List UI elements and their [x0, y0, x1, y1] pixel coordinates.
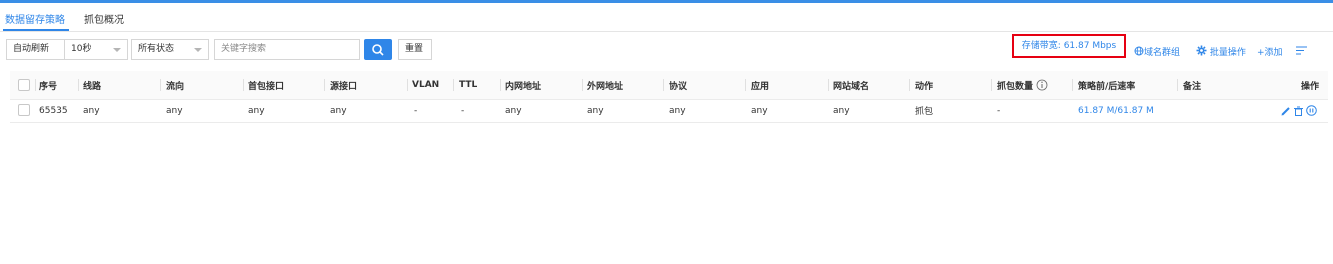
chevron-down-icon	[194, 48, 202, 52]
column-settings-button[interactable]	[1296, 46, 1308, 58]
refresh-interval-value: 10秒	[71, 44, 92, 54]
col-header-rate[interactable]: 策略前/后速率	[1078, 71, 1135, 99]
col-header-remark[interactable]: 备注	[1183, 71, 1201, 99]
batch-operation-label: 批量操作	[1209, 48, 1246, 58]
cell-direction: any	[166, 105, 183, 116]
search-input[interactable]: 关键字搜索	[214, 39, 360, 60]
cell-vlan: -	[414, 105, 418, 116]
column-divider	[35, 79, 36, 91]
status-select[interactable]: 所有状态	[131, 39, 209, 60]
search-icon	[372, 44, 384, 56]
col-header-protocol[interactable]: 协议	[669, 71, 687, 99]
add-button[interactable]: +添加	[1257, 45, 1283, 58]
tab-bar: 数据留存策略 抓包概况	[0, 3, 1333, 32]
col-header-domain[interactable]: 网站域名	[833, 71, 869, 99]
row-checkbox[interactable]	[18, 104, 30, 116]
column-divider	[1072, 79, 1073, 91]
status-value: 所有状态	[138, 44, 175, 54]
capture-count-label: 抓包数量	[997, 81, 1034, 92]
gear-icon	[1196, 45, 1207, 56]
cell-inner-addr: any	[505, 105, 522, 116]
info-icon[interactable]	[1036, 79, 1048, 91]
column-divider	[582, 79, 583, 91]
column-divider	[160, 79, 161, 91]
auto-refresh-button[interactable]: 自动刷新	[6, 39, 65, 60]
column-divider	[991, 79, 992, 91]
col-header-outer-addr[interactable]: 外网地址	[587, 71, 623, 99]
tab-capture-overview[interactable]: 抓包概况	[84, 11, 124, 26]
col-header-capture-count[interactable]: 抓包数量	[997, 71, 1048, 99]
column-divider	[453, 79, 454, 91]
row-actions	[1281, 99, 1317, 122]
column-divider	[78, 79, 79, 91]
tab-retention-policy[interactable]: 数据留存策略	[5, 11, 65, 26]
column-divider	[324, 79, 325, 91]
column-divider	[243, 79, 244, 91]
col-header-inner-addr[interactable]: 内网地址	[505, 71, 541, 99]
col-header-ttl[interactable]: TTL	[459, 71, 477, 99]
refresh-interval-select[interactable]: 10秒	[64, 39, 128, 60]
column-divider	[663, 79, 664, 91]
batch-operation-button[interactable]: 批量操作	[1196, 45, 1246, 58]
cell-first-iface: any	[248, 105, 265, 116]
cell-line: any	[83, 105, 100, 116]
chevron-down-icon	[113, 48, 121, 52]
col-header-action[interactable]: 动作	[915, 71, 933, 99]
cell-ttl: -	[461, 105, 465, 116]
col-header-direction[interactable]: 流向	[166, 71, 184, 99]
cell-protocol: any	[669, 105, 686, 116]
col-header-src-iface[interactable]: 源接口	[330, 71, 357, 99]
cell-domain: any	[833, 105, 850, 116]
col-header-app[interactable]: 应用	[751, 71, 769, 99]
column-divider	[828, 79, 829, 91]
storage-bandwidth-label: 存储带宽: 61.87 Mbps	[1012, 34, 1126, 58]
col-header-vlan[interactable]: VLAN	[412, 71, 439, 99]
active-tab-indicator	[3, 29, 69, 31]
cell-src-iface: any	[330, 105, 347, 116]
col-header-operations: 操作	[1301, 81, 1320, 92]
cell-outer-addr: any	[587, 105, 604, 116]
table-header: 序号 线路 流向 首包接口 源接口 VLAN TTL 内网地址 外网地址 协议 …	[10, 71, 1328, 100]
edit-icon[interactable]	[1281, 106, 1291, 116]
select-all-checkbox[interactable]	[18, 79, 30, 91]
col-header-first-iface[interactable]: 首包接口	[248, 71, 284, 99]
delete-icon[interactable]	[1293, 106, 1304, 116]
domain-group-button[interactable]: 域名群组	[1134, 45, 1180, 58]
cell-action: 抓包	[915, 107, 934, 117]
table-row[interactable]: 65535 any any any any - - any any any an…	[10, 99, 1328, 123]
reset-button[interactable]: 重置	[398, 39, 432, 60]
column-divider	[407, 79, 408, 91]
cell-rate-link[interactable]: 61.87 M/61.87 M	[1078, 99, 1154, 122]
pause-icon[interactable]	[1306, 105, 1317, 116]
col-header-line[interactable]: 线路	[83, 71, 101, 99]
column-divider	[909, 79, 910, 91]
sort-lines-icon	[1296, 46, 1307, 55]
column-divider	[1177, 79, 1178, 91]
globe-icon	[1134, 46, 1144, 56]
cell-capture-count: -	[997, 105, 1001, 116]
column-divider	[500, 79, 501, 91]
cell-app: any	[751, 105, 768, 116]
cell-id: 65535	[39, 105, 68, 116]
column-divider	[745, 79, 746, 91]
col-header-id[interactable]: 序号	[39, 71, 57, 99]
domain-group-label: 域名群组	[1144, 48, 1181, 58]
search-button[interactable]	[364, 39, 392, 60]
